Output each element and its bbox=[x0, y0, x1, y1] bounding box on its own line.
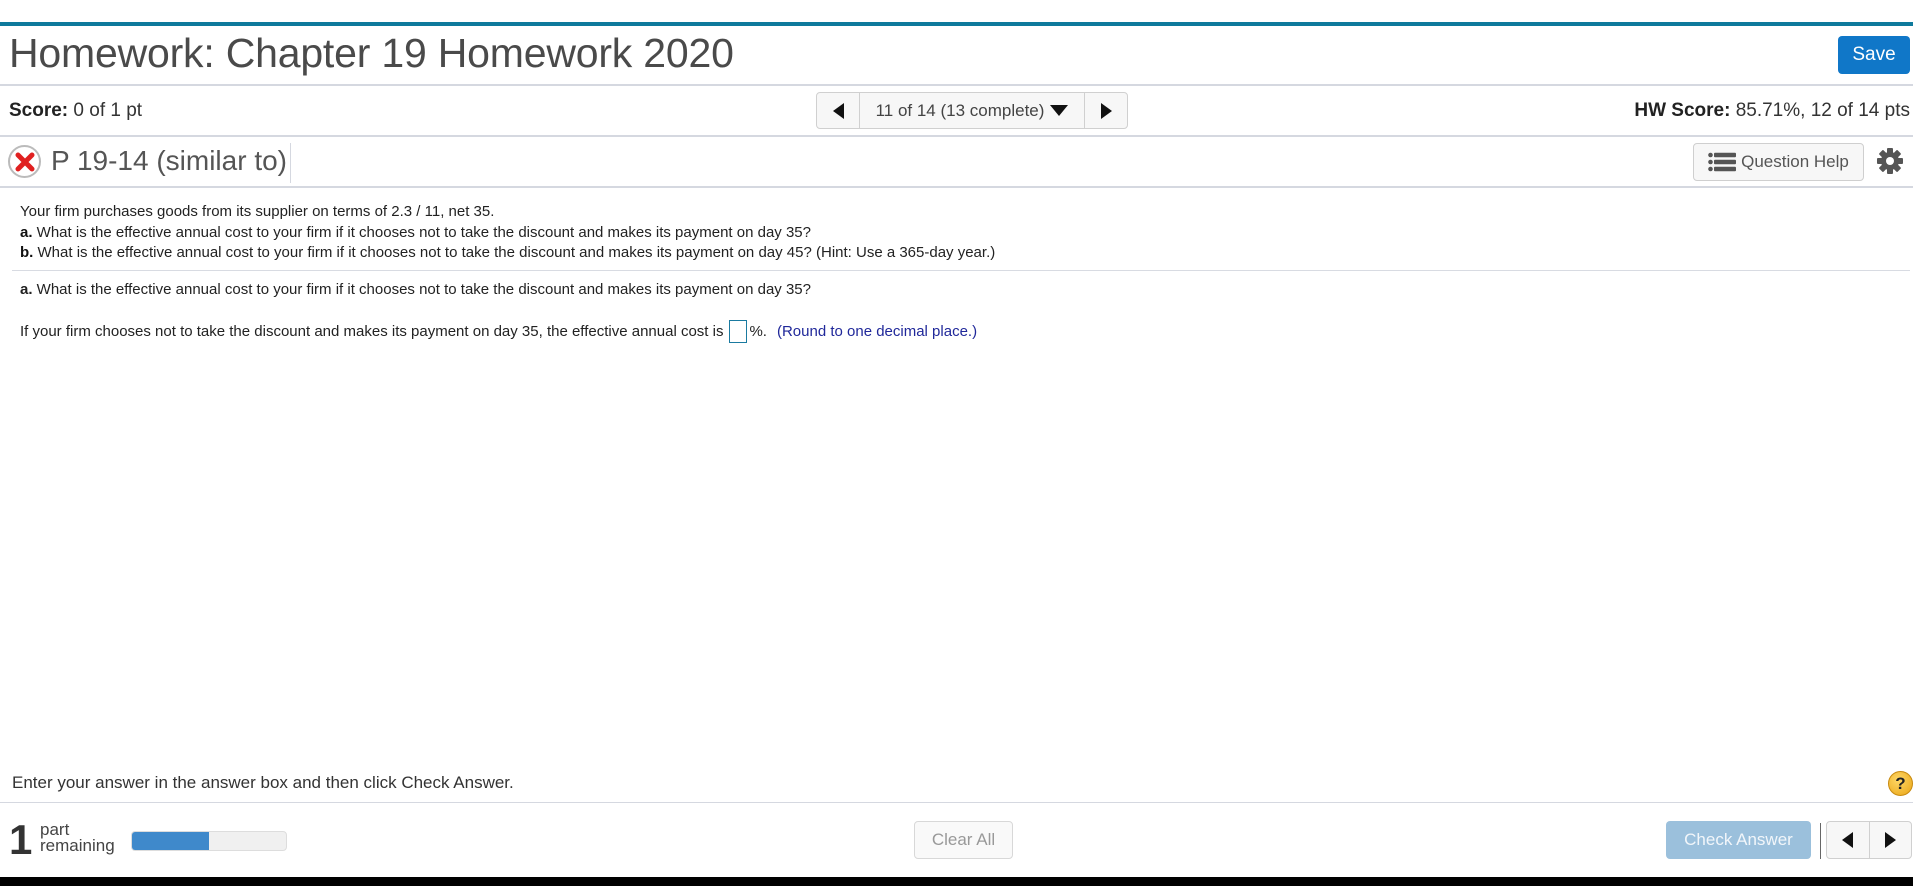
hw-score-value: 85.71%, 12 of 14 pts bbox=[1730, 100, 1910, 121]
parts-remaining-label: part remaining bbox=[40, 821, 115, 855]
divider bbox=[0, 802, 1913, 803]
clear-all-button[interactable]: Clear All bbox=[914, 821, 1013, 859]
caret-down-icon bbox=[1050, 105, 1069, 116]
answer-suffix: %. bbox=[749, 323, 767, 340]
chevron-right-icon bbox=[1100, 102, 1112, 119]
divider bbox=[12, 270, 1910, 271]
vertical-separator bbox=[1820, 823, 1821, 859]
bottom-question-navigator bbox=[1826, 821, 1912, 859]
incorrect-x-icon bbox=[8, 145, 41, 178]
answer-input[interactable] bbox=[729, 320, 748, 343]
prompt-part-b: b. What is the effective annual cost to … bbox=[20, 243, 995, 264]
prompt-intro: Your firm purchases goods from its suppl… bbox=[20, 203, 495, 220]
chevron-right-icon bbox=[1884, 832, 1896, 848]
list-icon bbox=[1708, 152, 1737, 172]
question-navigator: 11 of 14 (13 complete) bbox=[816, 92, 1128, 129]
instruction-text: Enter your answer in the answer box and … bbox=[12, 773, 514, 792]
save-button[interactable]: Save bbox=[1838, 36, 1910, 74]
part-b-text: What is the effective annual cost to you… bbox=[33, 244, 996, 261]
vertical-separator bbox=[290, 143, 291, 183]
hw-score-display: HW Score: 85.71%, 12 of 14 pts bbox=[1634, 100, 1910, 122]
answer-prefix: If your firm chooses not to take the dis… bbox=[20, 323, 724, 340]
rounding-hint: (Round to one decimal place.) bbox=[776, 323, 978, 340]
score-display: Score: 0 of 1 pt bbox=[9, 100, 142, 122]
current-part-question: a. What is the effective annual cost to … bbox=[20, 281, 811, 298]
divider bbox=[0, 186, 1913, 188]
current-part-letter: a. bbox=[20, 281, 33, 298]
parts-label-line2: remaining bbox=[40, 836, 115, 855]
progress-fill bbox=[132, 832, 209, 850]
bottom-previous-button[interactable] bbox=[1827, 822, 1869, 858]
taskbar-edge bbox=[0, 877, 1913, 886]
question-position: 11 of 14 (13 complete) bbox=[875, 100, 1045, 120]
score-label: Score: bbox=[9, 100, 69, 121]
chevron-left-icon bbox=[1842, 832, 1854, 848]
next-question-button[interactable] bbox=[1085, 93, 1127, 128]
chevron-left-icon bbox=[832, 102, 844, 119]
question-selector-dropdown[interactable]: 11 of 14 (13 complete) bbox=[859, 93, 1085, 128]
hw-score-label: HW Score: bbox=[1634, 100, 1731, 121]
accent-bar bbox=[0, 22, 1913, 26]
question-prompt: Your firm purchases goods from its suppl… bbox=[20, 202, 995, 264]
score-value: 0 of 1 pt bbox=[68, 100, 143, 121]
parts-progress-bar bbox=[131, 831, 287, 851]
answer-line: If your firm chooses not to take the dis… bbox=[20, 320, 977, 343]
check-answer-button[interactable]: Check Answer bbox=[1666, 821, 1811, 859]
prompt-part-a: a. What is the effective annual cost to … bbox=[20, 223, 995, 244]
question-id: P 19-14 (similar to) bbox=[51, 145, 288, 176]
page-title: Homework: Chapter 19 Homework 2020 bbox=[9, 30, 734, 76]
divider bbox=[0, 84, 1913, 86]
question-help-button[interactable]: Question Help bbox=[1693, 143, 1864, 181]
gear-icon[interactable] bbox=[1876, 147, 1904, 175]
question-help-label: Question Help bbox=[1741, 152, 1849, 171]
bottom-next-button[interactable] bbox=[1868, 822, 1912, 858]
current-part-text: What is the effective annual cost to you… bbox=[32, 281, 811, 298]
divider bbox=[0, 135, 1913, 137]
browser-top-fragment bbox=[0, 0, 1913, 22]
part-b-letter: b. bbox=[20, 244, 34, 261]
previous-question-button[interactable] bbox=[817, 93, 859, 128]
help-icon[interactable]: ? bbox=[1888, 771, 1913, 796]
part-a-letter: a. bbox=[20, 223, 33, 241]
parts-remaining-count: 1 bbox=[9, 816, 33, 863]
part-a-text: What is the effective annual cost to you… bbox=[32, 223, 811, 241]
